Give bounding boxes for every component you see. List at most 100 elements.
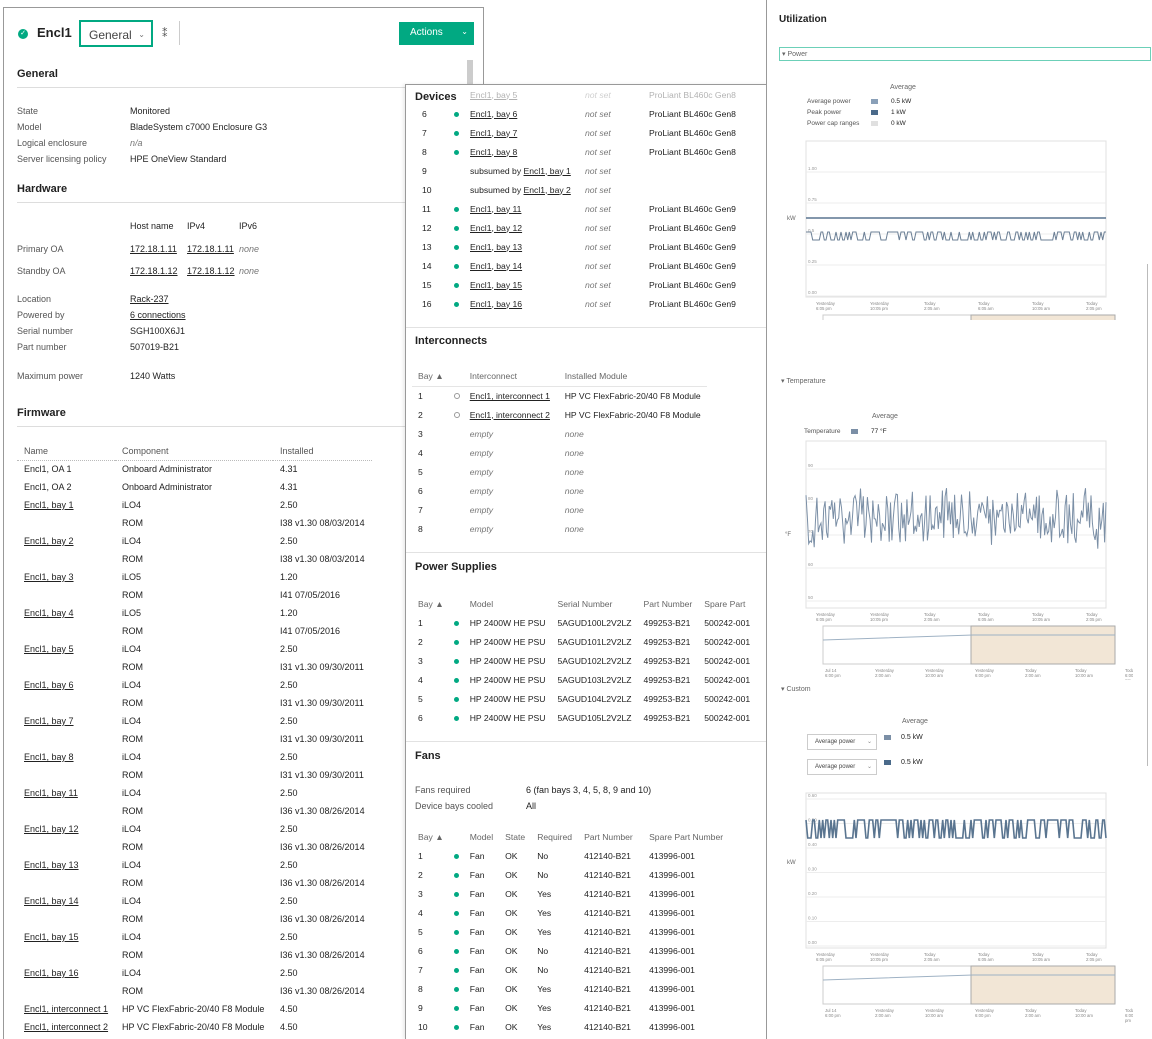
installed-module: none <box>564 504 584 515</box>
y-tick-label: 0.00 <box>808 940 817 945</box>
profile-value: not set <box>585 203 611 214</box>
custom-swatch-1 <box>884 735 891 740</box>
x-tick-label: 10:05 pm <box>870 617 888 622</box>
field-link[interactable]: Rack-237 <box>130 294 169 304</box>
chevron-down-icon: ⌄ <box>866 739 872 745</box>
state: OK <box>505 964 518 975</box>
firmware-installed: I36 v1.30 08/26/2014 <box>280 842 365 852</box>
state: OK <box>505 926 518 937</box>
firmware-name-link[interactable]: Encl1, bay 8 <box>17 748 115 766</box>
legend-label: Power cap ranges <box>807 120 860 127</box>
status-cell <box>450 979 464 998</box>
firmware-name-link[interactable]: Encl1, interconnect 2 <box>17 1018 115 1036</box>
firmware-name-link[interactable]: Encl1, bay 14 <box>17 892 115 910</box>
firmware-name-link[interactable]: Encl1, bay 15 <box>17 928 115 946</box>
device-link[interactable]: Encl1, bay 11 <box>470 204 521 214</box>
y-tick-label: 0.25 <box>808 259 817 264</box>
firmware-component: iLO4 <box>122 752 142 762</box>
view-select[interactable]: General ⌄ <box>79 20 153 47</box>
table-row: Encl1, bay 6 iLO4 2.50 <box>17 676 372 694</box>
oa-ipv4-link[interactable]: 172.18.1.12 <box>187 266 235 276</box>
status-ok-icon <box>454 130 459 136</box>
firmware-installed: 1.20 <box>280 608 298 618</box>
x-tick-label: 6:05 pm <box>816 617 832 622</box>
device-link[interactable]: Encl1, bay 8 <box>470 147 517 157</box>
spare-part-number: 413996-001 <box>649 888 695 899</box>
custom-metric-select-2[interactable]: Average power ⌄ <box>807 759 877 775</box>
firmware-name-link[interactable]: Encl1, bay 16 <box>17 964 115 982</box>
custom-section-toggle[interactable]: ▾ Custom <box>781 685 811 693</box>
model: Fan <box>469 888 485 899</box>
status-cell <box>450 123 464 142</box>
navigator-selection[interactable] <box>970 314 1116 320</box>
legend-swatch <box>871 121 878 126</box>
firmware-name-link[interactable]: Encl1, bay 5 <box>17 640 115 658</box>
firmware-name-link[interactable]: Encl1, bay 4 <box>17 604 115 622</box>
oa-host-link[interactable]: 172.18.1.12 <box>130 266 178 276</box>
device-link[interactable]: Encl1, bay 7 <box>470 128 517 138</box>
part-number: 499253-B21 <box>643 712 691 723</box>
column-header[interactable]: Bay ▲ <box>412 827 450 846</box>
temperature-section-toggle[interactable]: ▾ Temperature <box>781 377 826 385</box>
device-link[interactable]: Encl1, bay 6 <box>470 109 517 119</box>
firmware-name-link[interactable]: Encl1, bay 11 <box>17 784 115 802</box>
spare-part: 500242-001 <box>704 693 751 704</box>
fans-table: Bay ▲ Model State Required Part Number Spare … <box>412 827 729 1036</box>
table-row: Encl1, interconnect 1 HP VC FlexFabric-20… <box>17 1000 372 1018</box>
device-link[interactable]: Encl1, bay 2 <box>524 185 571 195</box>
actions-button[interactable]: Actions ⌄ <box>399 22 474 45</box>
field-link[interactable]: 6 connections <box>130 310 186 320</box>
table-row: Encl1, bay 8 iLO4 2.50 <box>17 748 372 766</box>
device-cell: Encl1, bay 11 <box>464 199 579 218</box>
firmware-name-link[interactable]: Encl1, bay 1 <box>17 496 115 514</box>
installed-module: HP VC FlexFabric-20/40 F8 Module <box>564 409 701 420</box>
device-link[interactable]: Encl1, bay 14 <box>470 261 522 271</box>
panel-scrollbar[interactable] <box>1147 264 1148 766</box>
device-link[interactable]: Encl1, bay 15 <box>470 280 522 290</box>
device-link[interactable]: Encl1, bay 1 <box>524 166 571 176</box>
oa-ipv4-link[interactable]: 172.18.1.11 <box>187 244 234 254</box>
oa-host-link[interactable]: 172.18.1.11 <box>130 244 177 254</box>
device-link[interactable]: Encl1, bay 12 <box>470 223 522 233</box>
custom-metric-select-1[interactable]: Average power ⌄ <box>807 734 877 750</box>
column-header[interactable]: Bay ▲ <box>412 594 450 613</box>
firmware-name-link[interactable]: Encl1, bay 13 <box>17 856 115 874</box>
table-row: ROM I38 v1.30 08/03/2014 <box>17 550 372 568</box>
device-link[interactable]: Encl1, bay 16 <box>470 299 522 309</box>
firmware-name-link[interactable]: Encl1, bay 7 <box>17 712 115 730</box>
model: HP 2400W HE PSU <box>469 655 546 666</box>
x-tick-label: 6:05 pm <box>816 957 832 962</box>
device-cell: Encl1, bay 8 <box>464 142 579 161</box>
firmware-name-link[interactable]: Encl1, bay 3 <box>17 568 115 586</box>
firmware-name-link[interactable]: Encl1, interconnect 1 <box>17 1000 115 1018</box>
subsumed-label: subsumed by <box>470 184 524 195</box>
firmware-component: ROM <box>122 878 143 888</box>
firmware-component: ROM <box>122 590 143 600</box>
col-host-name: Host name <box>130 221 174 231</box>
firmware-installed: 2.50 <box>280 968 298 978</box>
column-header: Name <box>17 442 115 461</box>
x-tick-label: 2:05 pm <box>1086 617 1102 622</box>
bay-number: 3 <box>418 655 423 666</box>
interconnect-link[interactable]: Encl1, interconnect 1 <box>464 386 559 405</box>
navigator-selection[interactable] <box>970 965 1116 1005</box>
column-header: Interconnect <box>463 367 559 387</box>
interconnect-link[interactable]: Encl1, interconnect 2 <box>464 405 559 424</box>
interconnects-heading: Interconnects <box>415 335 488 347</box>
firmware-name-link[interactable]: Encl1, bay 2 <box>17 532 115 550</box>
device-link[interactable]: Encl1, bay 13 <box>470 242 522 252</box>
power-supplies-table: Bay ▲ Model Serial Number Part Number Spare … <box>412 594 756 727</box>
table-row: 4 Fan OK Yes 412140-B21 413996-001 <box>412 903 729 922</box>
firmware-name-link[interactable]: Encl1, bay 12 <box>17 820 115 838</box>
status-ok-icon <box>453 620 459 626</box>
serial-number: 5AGUD100L2V2LZ <box>557 617 632 628</box>
topology-icon[interactable]: ⁑ <box>162 27 168 40</box>
table-row: 3 HP 2400W HE PSU 5AGUD102L2V2LZ 499253-B21… <box>412 651 756 670</box>
status-ok-icon <box>454 225 459 231</box>
device-link[interactable]: Encl1, bay 5 <box>470 90 517 100</box>
navigator-selection[interactable] <box>970 625 1116 665</box>
column-header[interactable]: Bay ▲ <box>412 367 450 387</box>
page-title: Encl1 <box>37 25 72 40</box>
power-section-toggle[interactable]: ▾ Power <box>779 47 1151 61</box>
firmware-name-link[interactable]: Encl1, bay 6 <box>17 676 115 694</box>
